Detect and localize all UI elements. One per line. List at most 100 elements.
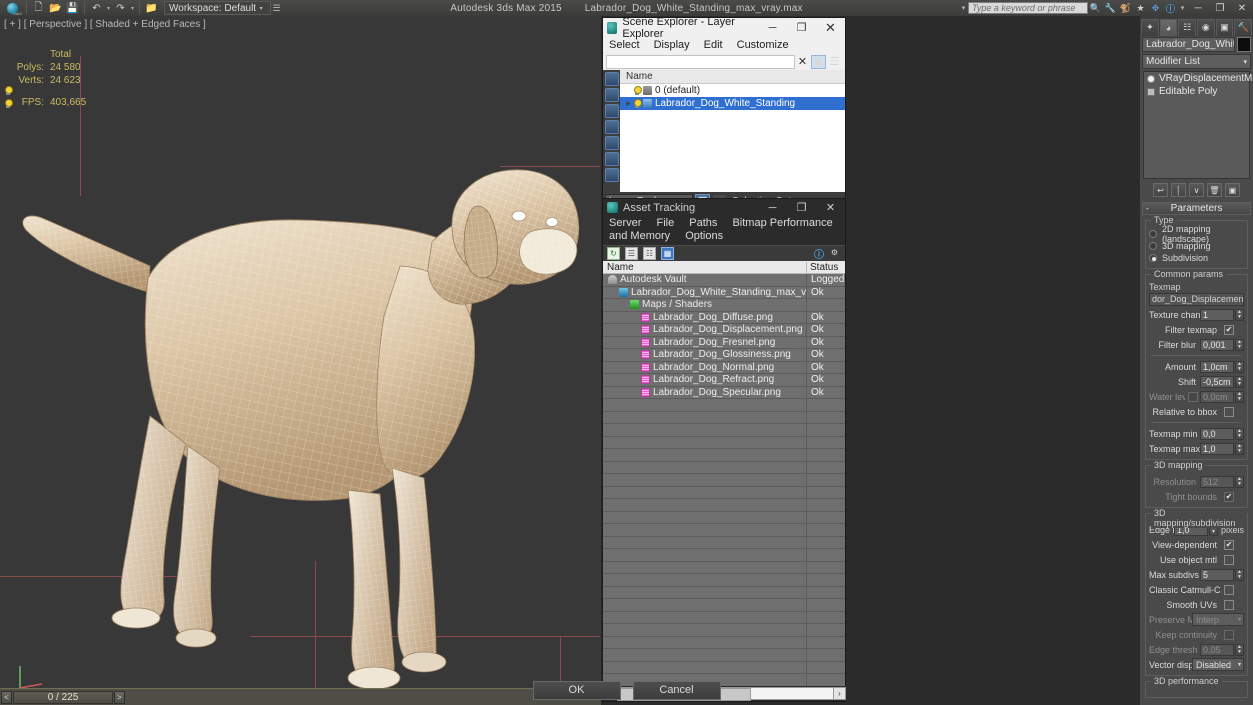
filter-helpers-icon[interactable] <box>604 136 619 150</box>
close-button[interactable]: ✕ <box>1231 0 1253 16</box>
redo-icon[interactable]: ↷ <box>112 1 129 16</box>
spinner-icon[interactable]: ▲▼ <box>1235 360 1244 373</box>
cancel-button[interactable]: Cancel <box>632 680 721 700</box>
layer-visibility-icon[interactable] <box>633 86 642 95</box>
asset-tracking-titlebar[interactable]: Asset Tracking ─ ❐ ✕ <box>603 199 845 216</box>
amount-field[interactable]: 1,0cm <box>1200 360 1234 373</box>
monkey-icon[interactable]: 🐒 <box>1119 2 1132 15</box>
ok-button[interactable]: OK <box>532 680 621 700</box>
motion-tab[interactable]: ◉ <box>1197 18 1215 36</box>
redo-dropdown-icon[interactable]: ▾ <box>129 5 136 12</box>
at-menu-server[interactable]: Server <box>609 217 641 229</box>
clear-search-icon[interactable]: ✕ <box>795 55 810 68</box>
filter-spacewarps-icon[interactable] <box>604 152 619 166</box>
undo-dropdown-icon[interactable]: ▾ <box>105 5 112 12</box>
undo-icon[interactable]: ↶ <box>88 1 105 16</box>
object-name-field[interactable]: Labrador_Dog_White_Standi <box>1142 37 1235 52</box>
asset-tracking-close[interactable]: ✕ <box>816 199 845 216</box>
parameters-rollout-header[interactable]: - Parameters <box>1142 202 1251 215</box>
binoculars-icon[interactable]: 🔍 <box>1089 2 1102 15</box>
filter-bones-icon[interactable] <box>604 168 619 182</box>
asset-tracking-minimize[interactable]: ─ <box>758 199 787 216</box>
show-end-result-icon[interactable]: │ <box>1171 183 1186 197</box>
spinner-icon[interactable]: ▲▼ <box>1235 643 1244 656</box>
filter-shapes-icon[interactable] <box>604 88 619 102</box>
modifier-stack[interactable]: VRayDisplacementMod Editable Poly <box>1143 71 1253 179</box>
water-level-checkbox[interactable] <box>1188 391 1198 402</box>
asset-row[interactable]: Labrador_Dog_Glossiness.png Ok <box>603 349 845 362</box>
modifier-stack-item-editable-poly[interactable]: Editable Poly <box>1144 85 1249 98</box>
at-menu-paths[interactable]: Paths <box>689 217 717 229</box>
filter-blur-field[interactable]: 0,001 <box>1200 338 1234 351</box>
utilities-tab[interactable]: 🔨 <box>1234 18 1253 36</box>
modifier-enable-icon[interactable] <box>1147 74 1155 83</box>
at-menu-file[interactable]: File <box>656 217 674 229</box>
water-level-field[interactable]: 0,0cm <box>1200 390 1234 403</box>
resolution-field[interactable]: 512 <box>1200 475 1234 488</box>
texmap-min-field[interactable]: 0,0 <box>1200 427 1234 440</box>
minimize-button[interactable]: ─ <box>1187 0 1209 16</box>
expand-modifier-icon[interactable] <box>1147 87 1155 96</box>
asset-row-empty[interactable] <box>603 586 845 599</box>
modify-tab[interactable]: ◕ <box>1159 18 1178 36</box>
asset-row[interactable]: Labrador_Dog_Fresnel.png Ok <box>603 336 845 349</box>
scene-explorer-close[interactable]: ✕ <box>816 18 845 37</box>
spinner-icon[interactable]: ▲▼ <box>1235 375 1244 388</box>
smooth-uvs-checkbox[interactable] <box>1224 599 1234 610</box>
max-subdivs-field[interactable]: 5 <box>1200 568 1234 581</box>
hierarchy-tab[interactable]: ☷ <box>1178 18 1197 36</box>
view-dependent-checkbox[interactable]: ✔ <box>1224 539 1234 550</box>
filter-lights-icon[interactable] <box>604 104 619 118</box>
se-menu-select[interactable]: Select <box>609 39 640 51</box>
object-visibility-icon[interactable] <box>4 98 13 108</box>
create-tab[interactable]: ✦ <box>1141 18 1159 36</box>
preserve-map-select[interactable]: Interp ▾ <box>1192 613 1244 626</box>
object-color-swatch[interactable] <box>1237 37 1251 52</box>
asset-row-empty[interactable] <box>603 511 845 524</box>
asset-row-empty[interactable] <box>603 449 845 462</box>
filter-texmap-checkbox[interactable]: ✔ <box>1224 324 1234 335</box>
exchange-icon[interactable]: ✥ <box>1149 2 1162 15</box>
asset-tracking-window[interactable]: Asset Tracking ─ ❐ ✕ Server File Paths B… <box>602 198 847 702</box>
se-menu-display[interactable]: Display <box>654 39 690 51</box>
command-panel[interactable]: ✦ ◕ ☷ ◉ ▣ 🔨 Labrador_Dog_White_Standi Mo… <box>1139 16 1253 705</box>
keep-continuity-checkbox[interactable] <box>1224 629 1234 640</box>
spinner-icon[interactable]: ▲▼ <box>1235 338 1244 351</box>
asset-row-empty[interactable] <box>603 499 845 512</box>
modifier-stack-item-vray[interactable]: VRayDisplacementMod <box>1144 72 1253 85</box>
asset-column-status[interactable]: Status <box>807 262 845 273</box>
scene-explorer-maximize[interactable]: ❐ <box>787 18 816 37</box>
asset-tracking-maximize[interactable]: ❐ <box>787 199 816 216</box>
scene-explorer-row-selected[interactable]: ▶ Labrador_Dog_White_Standing <box>620 97 845 110</box>
at-menu-options[interactable]: Options <box>685 230 723 242</box>
asset-row-empty[interactable] <box>603 649 845 662</box>
scene-explorer-search-input[interactable] <box>606 54 795 69</box>
asset-row-empty[interactable] <box>603 524 845 537</box>
help-icon[interactable]: ⓘ <box>814 246 824 261</box>
texmap-button[interactable]: dor_Dog_Displacement.png) <box>1149 293 1244 306</box>
scene-explorer-list[interactable]: Name 0 (default) ▶ Labrador_Dog_White_St… <box>620 70 845 192</box>
asset-row-empty[interactable] <box>603 624 845 637</box>
asset-row-empty[interactable] <box>603 486 845 499</box>
asset-row[interactable]: Labrador_Dog_Displacement.png Ok <box>603 324 845 337</box>
asset-row-empty[interactable] <box>603 399 845 412</box>
dog-model-wireframe[interactable] <box>0 16 601 691</box>
vector-displ-select[interactable]: Disabled ▾ <box>1192 658 1244 671</box>
wrench-icon[interactable]: 🔧 <box>1104 2 1117 15</box>
asset-tracking-rows[interactable]: Autodesk Vault Logged Labrador_Dog_White_S… <box>603 274 845 687</box>
object-visibility-icon[interactable] <box>4 85 13 95</box>
display-tab[interactable]: ▣ <box>1215 18 1234 36</box>
asset-row-empty[interactable] <box>603 611 845 624</box>
asset-row-empty[interactable] <box>603 599 845 612</box>
asset-row[interactable]: Maps / Shaders <box>603 299 845 312</box>
asset-row[interactable]: Labrador_Dog_White_Standing_max_vray.max… <box>603 286 845 299</box>
spinner-icon[interactable]: ▲▼ <box>1235 475 1244 488</box>
edge-thresh-field[interactable]: 0,05 <box>1200 643 1234 656</box>
scene-explorer-window[interactable]: Scene Explorer - Layer Explorer ─ ❐ ✕ Se… <box>602 16 846 210</box>
tree-view-icon[interactable]: ☷ <box>643 247 656 260</box>
settings-icon[interactable]: ⚙ <box>828 246 841 259</box>
radio-2d-mapping[interactable]: 2D mapping (landscape) <box>1149 224 1244 244</box>
asset-row-empty[interactable] <box>603 574 845 587</box>
spinner-icon[interactable]: ▲▼ <box>1235 390 1244 403</box>
workspace-selector[interactable]: Workspace: Default ▾ <box>164 1 272 15</box>
